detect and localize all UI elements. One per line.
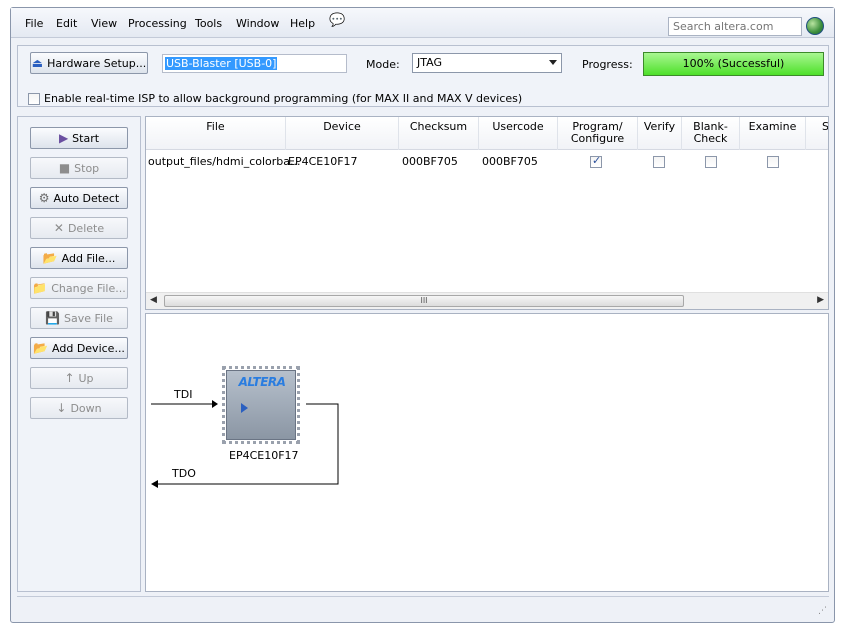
stop-icon: ■ [58, 161, 71, 175]
delete-icon: ✕ [53, 221, 64, 235]
hardware-setup-button[interactable]: ⏏ Hardware Setup... [30, 52, 148, 74]
blank-check-checkbox[interactable] [705, 155, 717, 168]
hardware-panel: ⏏ Hardware Setup... USB-Blaster [USB-0] … [17, 45, 829, 107]
save-file-button[interactable]: 💾 Save File [30, 307, 128, 329]
examine-checkbox[interactable] [767, 155, 779, 168]
column-header-file[interactable]: File [146, 117, 286, 150]
device-chip[interactable]: ALTERA [226, 370, 296, 440]
isp-label: Enable real-time ISP to allow background… [44, 92, 523, 105]
play-icon [241, 403, 248, 413]
chevron-down-icon [549, 60, 557, 65]
scrollbar-thumb[interactable]: III [164, 295, 684, 307]
column-header-verify[interactable]: Verify [638, 117, 682, 150]
cell-file: output_files/hdmi_colorba... [148, 155, 301, 168]
cell-device: EP4CE10F17 [288, 155, 358, 168]
menu-file[interactable]: File [25, 17, 43, 30]
table-header: File Device Checksum Usercode Program/ C… [146, 117, 828, 150]
down-icon: ↓ [56, 401, 67, 415]
mode-label: Mode: [366, 58, 400, 71]
column-header-blank-check[interactable]: Blank- Check [682, 117, 740, 150]
down-button[interactable]: ↓ Down [30, 397, 128, 419]
program-checkbox[interactable] [590, 154, 602, 168]
jtag-chain-diagram: TDI TDO ALTERA EP4CE10F17 [145, 313, 829, 592]
menu-tools[interactable]: Tools [195, 17, 222, 30]
scroll-right-icon[interactable]: ▶ [817, 295, 824, 305]
column-header-examine[interactable]: Examine [740, 117, 806, 150]
cell-checksum: 000BF705 [402, 155, 458, 168]
auto-detect-button[interactable]: ⚙ Auto Detect [30, 187, 128, 209]
progress-bar: 100% (Successful) [643, 52, 824, 76]
column-header-checksum[interactable]: Checksum [399, 117, 479, 150]
tdo-arrow-icon [151, 480, 158, 488]
delete-button[interactable]: ✕ Delete [30, 217, 128, 239]
up-button[interactable]: ↑ Up [30, 367, 128, 389]
hardware-device-field[interactable]: USB-Blaster [USB-0] [162, 54, 347, 73]
tdo-label: TDO [172, 467, 196, 480]
verify-checkbox[interactable] [653, 155, 665, 168]
isp-checkbox[interactable] [28, 92, 40, 105]
column-header-security[interactable]: S [806, 117, 828, 150]
menu-edit[interactable]: Edit [56, 17, 77, 30]
tdi-label: TDI [174, 388, 193, 401]
add-device-button[interactable]: 📂 Add Device... [30, 337, 128, 359]
auto-detect-icon: ⚙ [38, 191, 50, 205]
menu-view[interactable]: View [91, 17, 117, 30]
chip-device-label: EP4CE10F17 [229, 449, 299, 462]
hardware-device-value: USB-Blaster [USB-0] [165, 57, 278, 70]
search-input[interactable] [668, 17, 802, 36]
column-header-program[interactable]: Program/ Configure [558, 117, 638, 150]
start-icon: ▶ [58, 131, 69, 145]
mode-value: JTAG [417, 56, 442, 69]
menu-bar: File Edit View Processing Tools Window H… [11, 8, 834, 38]
progress-label: Progress: [582, 58, 633, 71]
progress-text: 100% (Successful) [682, 57, 785, 70]
save-file-icon: 💾 [45, 311, 61, 325]
stop-button[interactable]: ■ Stop [30, 157, 128, 179]
status-bar: ⋰ [17, 596, 829, 618]
isp-option[interactable]: Enable real-time ISP to allow background… [28, 92, 522, 105]
column-header-device[interactable]: Device [286, 117, 399, 150]
checkmark-icon [590, 154, 602, 168]
change-file-button[interactable]: 📁 Change File... [30, 277, 128, 299]
hardware-setup-icon: ⏏ [31, 56, 44, 70]
mode-select[interactable]: JTAG [412, 53, 562, 73]
add-file-button[interactable]: 📂 Add File... [30, 247, 128, 269]
add-device-icon: 📂 [33, 341, 49, 355]
cell-usercode: 000BF705 [482, 155, 538, 168]
menu-window[interactable]: Window [236, 17, 279, 30]
change-file-icon: 📁 [32, 281, 48, 295]
programmer-window: File Edit View Processing Tools Window H… [10, 7, 835, 623]
altera-logo: ALTERA [238, 375, 286, 389]
speech-bubble-icon[interactable]: 💬 [329, 14, 345, 28]
menu-processing[interactable]: Processing [128, 17, 187, 30]
start-button[interactable]: ▶ Start [30, 127, 128, 149]
resize-grip-icon[interactable]: ⋰ [818, 606, 827, 616]
scroll-left-icon[interactable]: ◀ [150, 295, 157, 305]
globe-icon[interactable] [806, 17, 824, 35]
action-panel: ▶ Start ■ Stop ⚙ Auto Detect ✕ Delete 📂 … [17, 116, 141, 592]
menu-help[interactable]: Help [290, 17, 315, 30]
device-table: File Device Checksum Usercode Program/ C… [145, 116, 829, 310]
column-header-usercode[interactable]: Usercode [479, 117, 558, 150]
horizontal-scrollbar[interactable]: ◀ III ▶ [146, 292, 828, 309]
tdi-arrow-icon [212, 400, 218, 408]
up-icon: ↑ [64, 371, 75, 385]
add-file-icon: 📂 [42, 251, 58, 265]
